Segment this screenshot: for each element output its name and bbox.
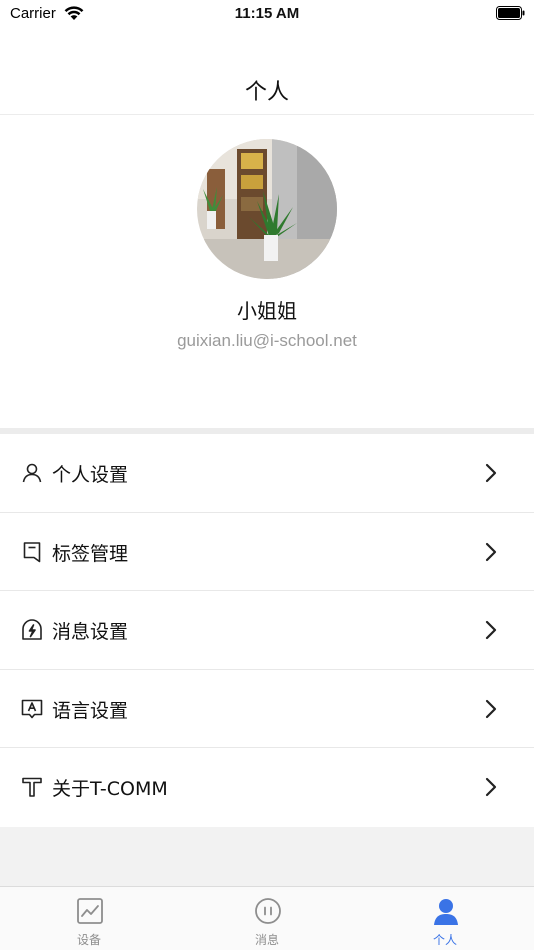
menu-item-label: 关于T-COMM xyxy=(52,778,168,801)
user-name: 小姐姐 xyxy=(237,299,297,323)
navigation-bar: 个人 xyxy=(0,28,534,115)
chevron-right-icon xyxy=(485,542,497,561)
chevron-right-icon xyxy=(485,699,497,718)
about-t-icon xyxy=(22,778,42,798)
tab-personal[interactable]: 个人 xyxy=(356,887,534,950)
status-bar: Carrier 11:15 AM xyxy=(0,0,534,28)
tab-device[interactable]: 设备 xyxy=(0,887,178,950)
menu-item-label: 标签管理 xyxy=(52,542,129,565)
menu-item-label: 消息设置 xyxy=(52,621,129,644)
menu-item-tag-management[interactable]: 标签管理 xyxy=(0,512,534,592)
language-icon xyxy=(21,699,43,719)
person-icon xyxy=(22,463,42,483)
tab-messages[interactable]: 消息 xyxy=(178,887,356,950)
tab-label: 个人 xyxy=(432,933,457,947)
avatar[interactable] xyxy=(197,139,337,279)
page-title: 个人 xyxy=(244,80,289,105)
person-filled-icon xyxy=(434,899,458,925)
message-pause-icon xyxy=(255,898,281,924)
chevron-right-icon xyxy=(485,621,497,640)
tab-label: 消息 xyxy=(254,933,279,947)
tab-bar: 设备 消息 个人 xyxy=(0,886,534,950)
menu-item-about[interactable]: 关于T-COMM xyxy=(0,748,534,827)
menu-item-label: 个人设置 xyxy=(52,464,129,486)
profile-screen: Carrier 11:15 AM 个人 小姐姐 guixian.liu@i-sc… xyxy=(0,0,534,950)
notification-bolt-icon xyxy=(22,619,42,640)
status-time: 11:15 AM xyxy=(234,5,300,22)
menu-item-message-settings[interactable]: 消息设置 xyxy=(0,591,534,670)
avatar-photo xyxy=(197,139,337,279)
device-chart-icon xyxy=(77,898,103,924)
empty-background xyxy=(0,827,534,886)
chevron-right-icon xyxy=(485,778,497,797)
menu-item-language-settings[interactable]: 语言设置 xyxy=(0,669,534,749)
chevron-right-icon xyxy=(485,463,497,483)
profile-header: 小姐姐 guixian.liu@i-school.net xyxy=(0,115,534,428)
menu-item-label: 语言设置 xyxy=(52,699,129,722)
bookmark-tag-icon xyxy=(23,541,41,562)
tab-label: 设备 xyxy=(76,933,101,947)
menu-item-personal-settings[interactable]: 个人设置 xyxy=(0,434,534,513)
user-email: guixian.liu@i-school.net xyxy=(177,331,357,350)
battery-icon xyxy=(496,6,525,20)
settings-menu: 个人设置 标签管理 消息设置 语言设置 关于T-COMM xyxy=(0,434,534,827)
